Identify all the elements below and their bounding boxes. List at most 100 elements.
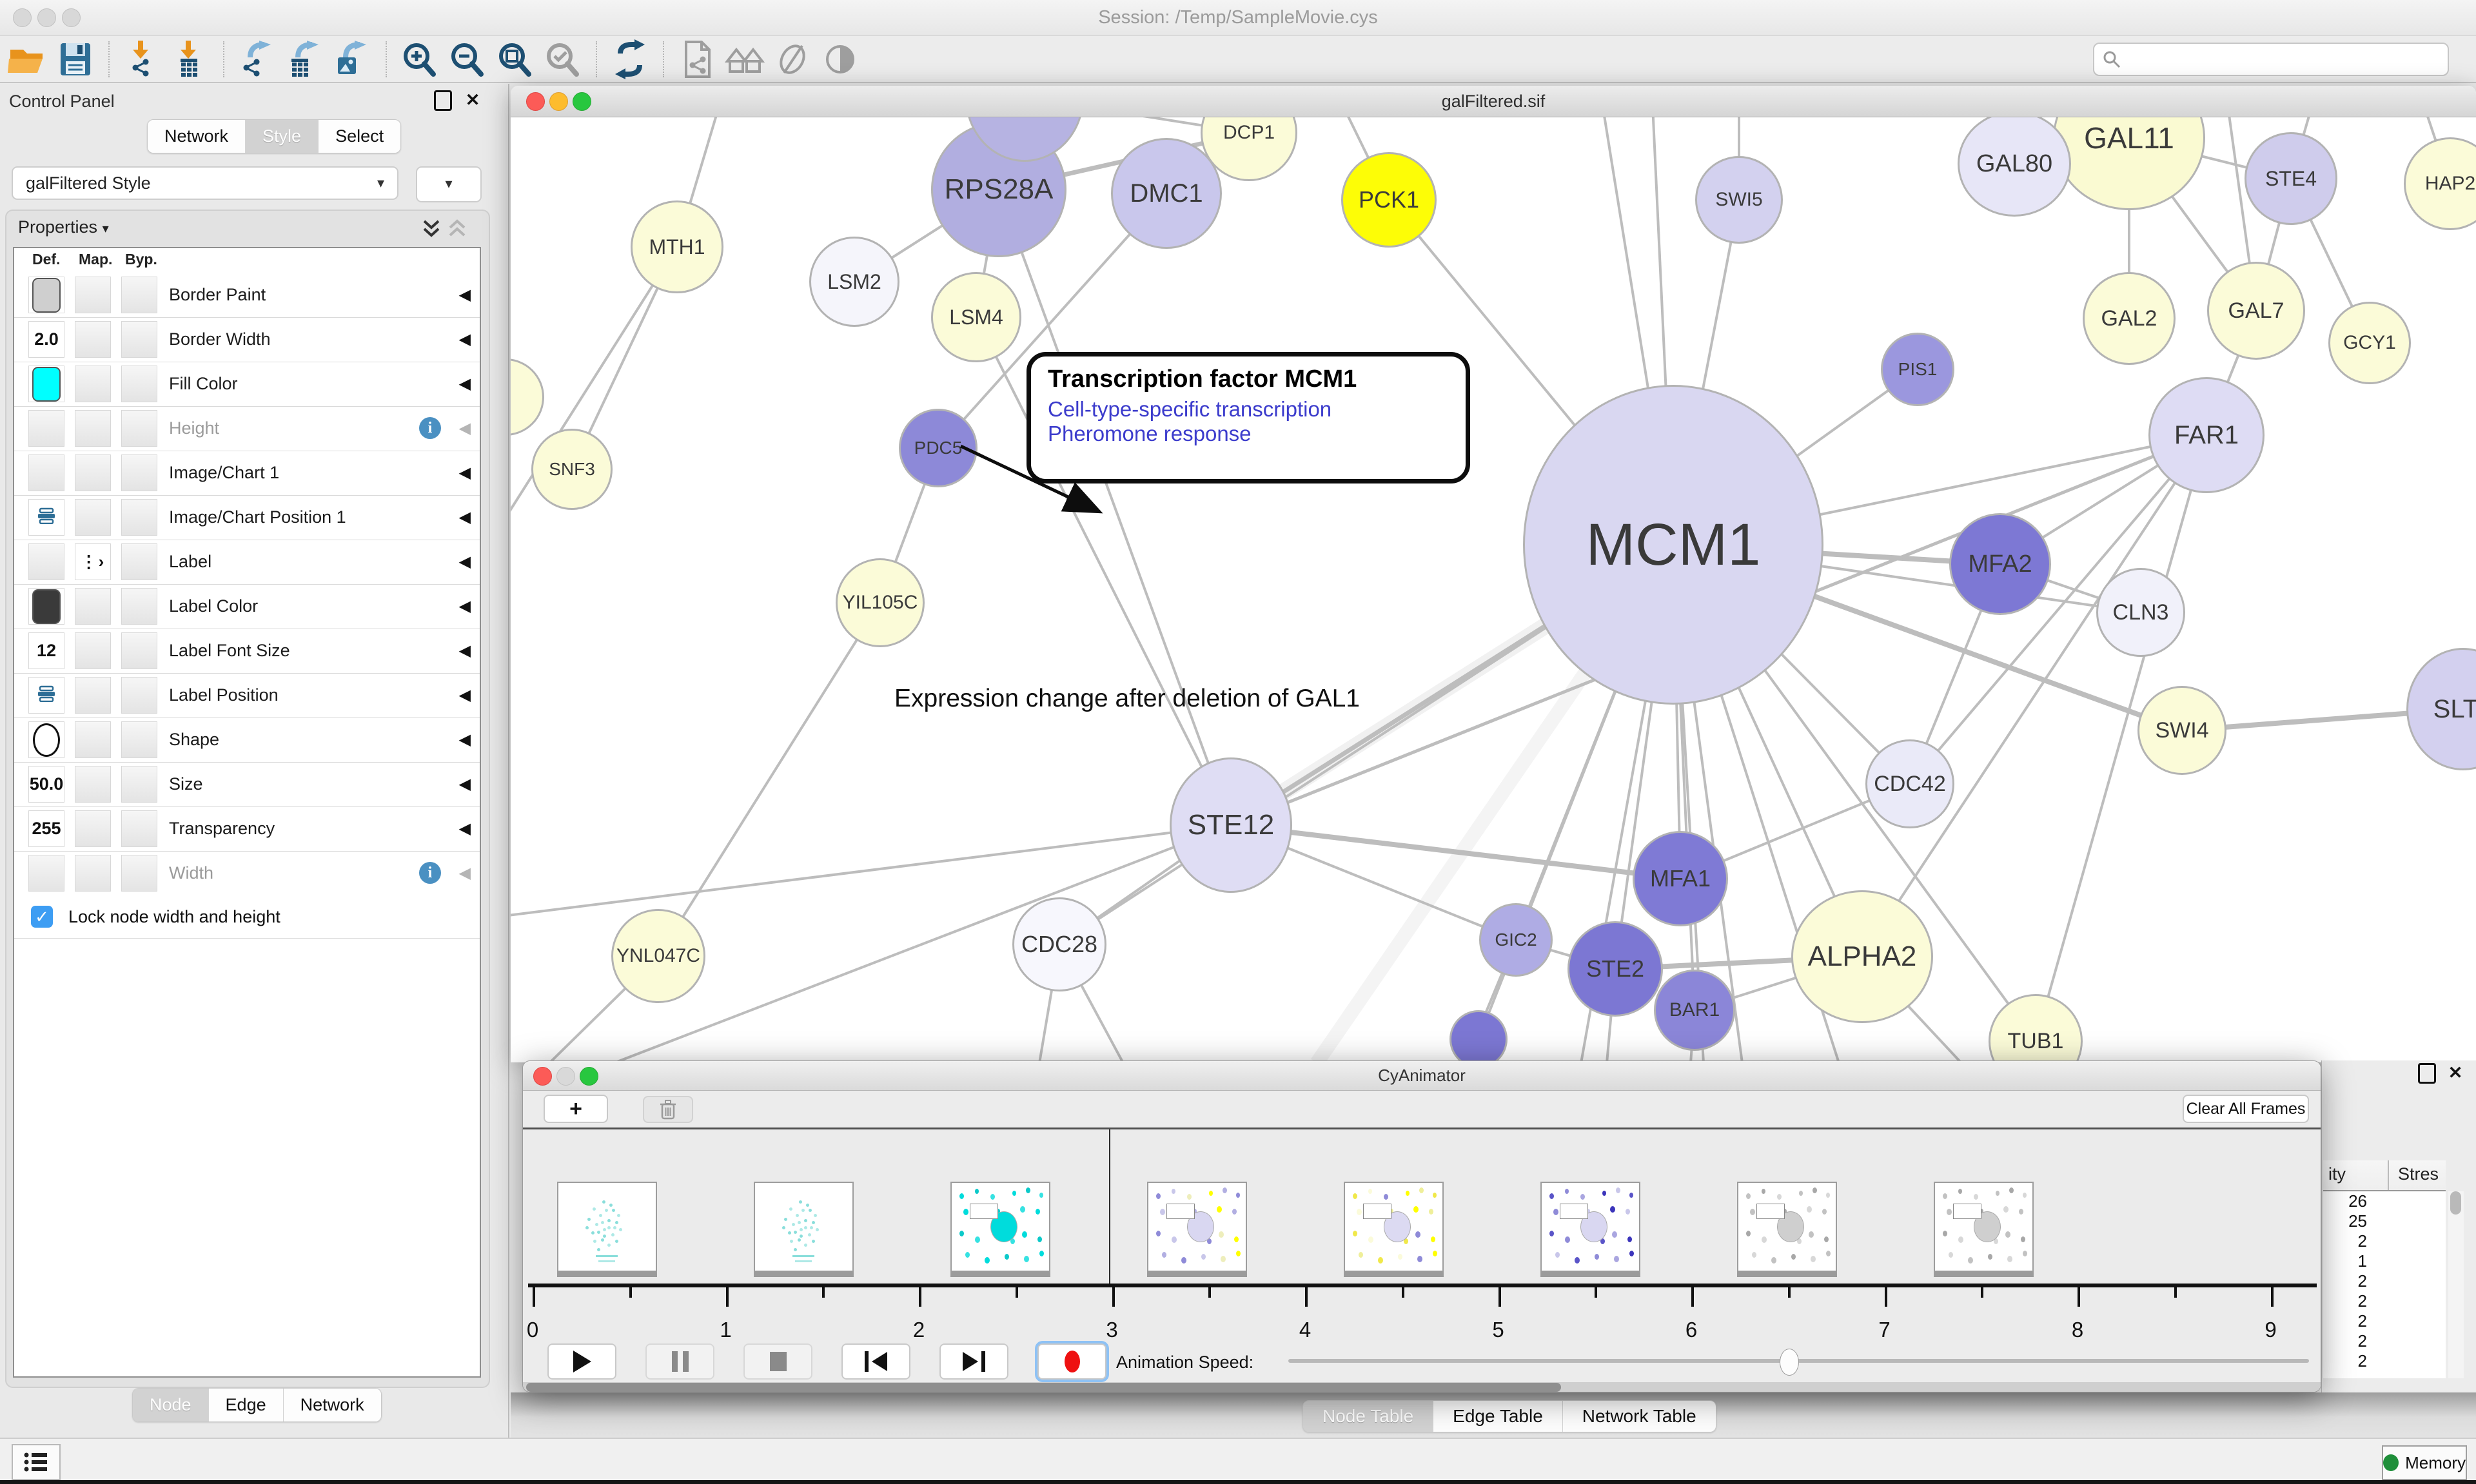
zoom-icon[interactable] xyxy=(573,92,591,111)
node-snf3[interactable]: SNF3 xyxy=(531,429,613,510)
table-row[interactable]: 1 xyxy=(2323,1251,2446,1271)
horizontal-scrollbar[interactable] xyxy=(523,1382,2321,1392)
close-icon[interactable] xyxy=(533,1067,552,1086)
column-stress[interactable]: Stres xyxy=(2398,1164,2439,1184)
tab-network[interactable]: Network xyxy=(148,120,246,153)
frame-thumbnail-5[interactable] xyxy=(1344,1182,1444,1277)
node-mfa1[interactable]: MFA1 xyxy=(1633,831,1728,926)
property-row-width[interactable]: Widthi◀ xyxy=(14,851,480,896)
close-icon[interactable] xyxy=(526,92,545,111)
def-cell[interactable] xyxy=(28,855,64,892)
node-ste12[interactable]: STE12 xyxy=(1170,757,1292,893)
panel-tab-network[interactable]: Network xyxy=(284,1389,381,1421)
def-cell[interactable] xyxy=(28,454,64,491)
property-row-border-width[interactable]: 2.0Border Width◀ xyxy=(14,317,480,362)
property-row-label-position[interactable]: Label Position◀ xyxy=(14,673,480,718)
info-icon[interactable]: i xyxy=(419,862,441,884)
def-cell[interactable] xyxy=(28,499,64,536)
expand-row-icon[interactable]: ◀ xyxy=(459,451,471,495)
frame-thumbnail-4[interactable] xyxy=(1147,1182,1247,1277)
byp-cell[interactable] xyxy=(121,677,157,714)
map-cell[interactable] xyxy=(75,721,111,758)
table-row[interactable]: 2 xyxy=(2323,1271,2446,1291)
animation-speed-slider[interactable] xyxy=(1288,1359,2309,1363)
delete-frame-button[interactable] xyxy=(643,1096,693,1123)
node-cdc42[interactable]: CDC42 xyxy=(1865,739,1954,828)
export-image-icon[interactable] xyxy=(329,39,377,80)
tab-edge-table[interactable]: Edge Table xyxy=(1433,1401,1563,1432)
hide-details-icon[interactable] xyxy=(769,39,816,80)
search-input[interactable] xyxy=(2121,49,2440,70)
network-doc-icon[interactable] xyxy=(673,39,721,80)
memory-button[interactable]: Memory xyxy=(2382,1445,2467,1480)
save-session-icon[interactable] xyxy=(52,39,99,80)
float-table-icon[interactable] xyxy=(2417,1063,2437,1082)
lock-size-checkbox[interactable]: ✓ xyxy=(31,906,53,928)
byp-cell[interactable] xyxy=(121,410,157,447)
apply-layout-icon[interactable] xyxy=(606,39,654,80)
node-smallp[interactable] xyxy=(1449,1010,1508,1062)
def-cell[interactable] xyxy=(28,677,64,714)
table-row[interactable]: 2 xyxy=(2323,1351,2446,1371)
node-gal2[interactable]: GAL2 xyxy=(2083,272,2176,365)
skip-end-button[interactable] xyxy=(939,1343,1008,1380)
skip-start-button[interactable] xyxy=(841,1343,910,1380)
expand-row-icon[interactable]: ◀ xyxy=(459,540,471,584)
table-row[interactable]: 2 xyxy=(2323,1331,2446,1351)
overview-homes-icon[interactable] xyxy=(721,39,769,80)
playhead[interactable] xyxy=(1109,1129,1111,1284)
def-cell[interactable] xyxy=(28,588,64,625)
close-table-icon[interactable]: ✕ xyxy=(2446,1063,2465,1082)
byp-cell[interactable] xyxy=(121,277,157,313)
byp-cell[interactable] xyxy=(121,855,157,892)
property-row-border-paint[interactable]: Border Paint◀ xyxy=(14,273,480,318)
export-network-icon[interactable] xyxy=(233,39,281,80)
node-pck1[interactable]: PCK1 xyxy=(1341,152,1437,248)
byp-cell[interactable] xyxy=(121,766,157,803)
table-row[interactable]: 2 xyxy=(2323,1291,2446,1311)
table-row[interactable]: 25 xyxy=(2323,1211,2446,1231)
frame-thumbnail-3[interactable] xyxy=(950,1182,1050,1277)
node-mth1[interactable]: MTH1 xyxy=(631,200,723,293)
node-mfa2[interactable]: MFA2 xyxy=(1949,513,2051,615)
expand-row-icon[interactable]: ◀ xyxy=(459,762,471,806)
table-row[interactable]: 2 xyxy=(2323,1311,2446,1331)
slider-thumb[interactable] xyxy=(1780,1349,1799,1376)
panel-tab-edge[interactable]: Edge xyxy=(209,1389,284,1421)
clear-all-frames-button[interactable]: Clear All Frames xyxy=(2183,1095,2309,1123)
stop-button[interactable] xyxy=(743,1343,812,1380)
frame-thumbnail-6[interactable] xyxy=(1540,1182,1640,1277)
frame-thumbnail-1[interactable] xyxy=(557,1182,657,1277)
properties-header[interactable]: Properties ▾ xyxy=(18,217,109,237)
node-swi5[interactable]: SWI5 xyxy=(1695,156,1783,244)
byp-cell[interactable] xyxy=(121,632,157,669)
tab-style[interactable]: Style xyxy=(246,120,319,153)
node-ynl047c[interactable]: YNL047C xyxy=(611,909,705,1003)
expand-row-icon[interactable]: ◀ xyxy=(459,362,471,406)
table-row[interactable]: 2 xyxy=(2323,1231,2446,1251)
record-button[interactable] xyxy=(1037,1343,1106,1380)
zoom-icon[interactable] xyxy=(580,1067,598,1086)
node-pis1[interactable]: PIS1 xyxy=(1881,333,1954,406)
property-row-label-color[interactable]: Label Color◀ xyxy=(14,584,480,629)
node-ste4[interactable]: STE4 xyxy=(2245,132,2337,225)
column-ity[interactable]: ity xyxy=(2328,1164,2346,1184)
property-row-size[interactable]: 50.0Size◀ xyxy=(14,762,480,807)
node-gic2[interactable]: GIC2 xyxy=(1479,903,1553,977)
expand-all-icon[interactable] xyxy=(422,219,441,246)
map-cell[interactable] xyxy=(75,810,111,847)
node-yil105c[interactable]: YIL105C xyxy=(836,558,925,647)
property-row-transparency[interactable]: 255Transparency◀ xyxy=(14,806,480,852)
byp-cell[interactable] xyxy=(121,810,157,847)
def-cell[interactable]: 50.0 xyxy=(28,766,64,803)
def-cell[interactable]: 12 xyxy=(28,632,64,669)
import-network-icon[interactable] xyxy=(119,39,166,80)
map-cell[interactable] xyxy=(75,454,111,491)
def-cell[interactable]: 2.0 xyxy=(28,321,64,358)
expand-row-icon[interactable]: ◀ xyxy=(459,273,471,317)
property-row-shape[interactable]: Shape◀ xyxy=(14,718,480,763)
map-cell[interactable] xyxy=(75,677,111,714)
expand-row-icon[interactable]: ◀ xyxy=(459,495,471,540)
map-cell[interactable] xyxy=(75,410,111,447)
def-cell[interactable] xyxy=(28,277,64,313)
